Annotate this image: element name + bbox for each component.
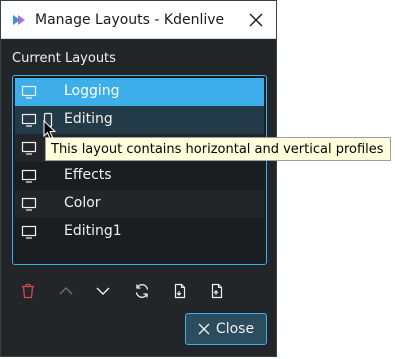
close-button-label: Close (215, 321, 255, 337)
title-bar[interactable]: Manage Layouts - Kdenlive (1, 1, 276, 39)
trash-icon (22, 283, 34, 299)
kdenlive-icon (13, 14, 25, 25)
monitor-icon (21, 169, 37, 183)
chevron-up-icon (59, 287, 73, 295)
section-label: Current Layouts (12, 51, 116, 66)
list-item[interactable]: Effects (15, 162, 264, 190)
close-icon[interactable] (248, 12, 264, 28)
layouts-list[interactable]: Logging Editing Effects Color Editing1 (12, 75, 267, 265)
manage-layouts-dialog: Manage Layouts - Kdenlive Current Layout… (0, 0, 277, 357)
list-item-label: Color (64, 195, 101, 211)
delete-layout-button[interactable] (17, 280, 39, 302)
monitor-icon (21, 85, 37, 99)
mouse-cursor-icon (43, 120, 57, 140)
list-item[interactable]: Logging (15, 78, 264, 106)
list-item[interactable]: Color (15, 190, 264, 218)
chevron-down-icon (96, 287, 110, 295)
list-item-label: Editing1 (64, 223, 122, 239)
export-file-icon (211, 283, 223, 299)
window-title: Manage Layouts - Kdenlive (35, 11, 225, 28)
monitor-icon (21, 225, 37, 239)
close-icon (198, 323, 210, 335)
import-layout-button[interactable] (169, 280, 191, 302)
move-up-button[interactable] (55, 280, 77, 302)
layout-tooltip: This layout contains horizontal and vert… (45, 137, 391, 161)
list-item-label: Logging (64, 83, 120, 99)
monitor-icon (21, 141, 37, 155)
import-file-icon (174, 283, 186, 299)
export-layout-button[interactable] (206, 280, 228, 302)
move-down-button[interactable] (92, 280, 114, 302)
list-item[interactable]: Editing1 (15, 218, 264, 246)
reset-layouts-button[interactable] (131, 280, 153, 302)
refresh-icon (135, 284, 149, 298)
monitor-icon (21, 113, 37, 127)
list-item-label: Effects (64, 167, 112, 183)
list-item-label: Editing (64, 111, 113, 127)
close-button[interactable]: Close (185, 313, 267, 345)
monitor-icon (21, 197, 37, 211)
